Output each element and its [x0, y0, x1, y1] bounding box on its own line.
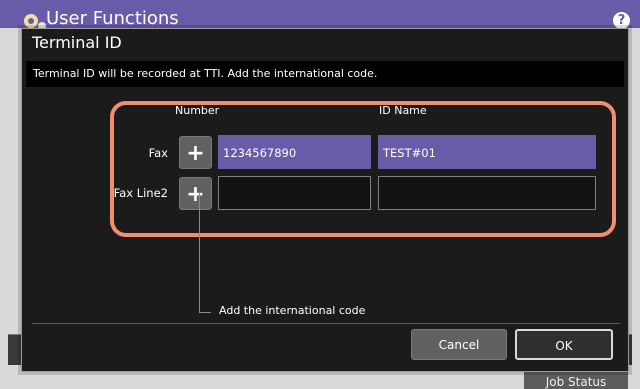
- job-status-button[interactable]: Job Status: [524, 371, 628, 389]
- dialog-title: Terminal ID: [32, 33, 122, 52]
- divider: [32, 323, 620, 324]
- guide-caption: Add the international code: [219, 304, 366, 317]
- fax-line2-number-field[interactable]: [218, 176, 371, 210]
- app-header: User Functions ?: [0, 0, 640, 30]
- plus-icon[interactable]: +: [179, 136, 212, 169]
- terminal-id-dialog: Terminal ID Terminal ID will be recorded…: [21, 28, 629, 372]
- fax-number-field[interactable]: 1234567890: [218, 135, 371, 169]
- row-label-fax-line2: Fax Line2: [113, 186, 168, 200]
- help-icon[interactable]: ?: [613, 12, 630, 29]
- app-title: User Functions: [46, 8, 179, 29]
- column-header-id-name: ID Name: [379, 104, 427, 117]
- column-header-number: Number: [175, 104, 220, 117]
- guide-line: [199, 193, 200, 313]
- guide-line-end: [199, 312, 211, 313]
- plus-icon[interactable]: +: [179, 177, 212, 210]
- fax-id-name-field[interactable]: TEST#01: [378, 135, 596, 169]
- fax-line2-id-name-field[interactable]: [378, 176, 596, 210]
- info-message: Terminal ID will be recorded at TTI. Add…: [26, 61, 624, 87]
- ok-button[interactable]: OK: [515, 329, 613, 360]
- row-label-fax: Fax: [148, 146, 168, 160]
- cancel-button[interactable]: Cancel: [411, 329, 507, 360]
